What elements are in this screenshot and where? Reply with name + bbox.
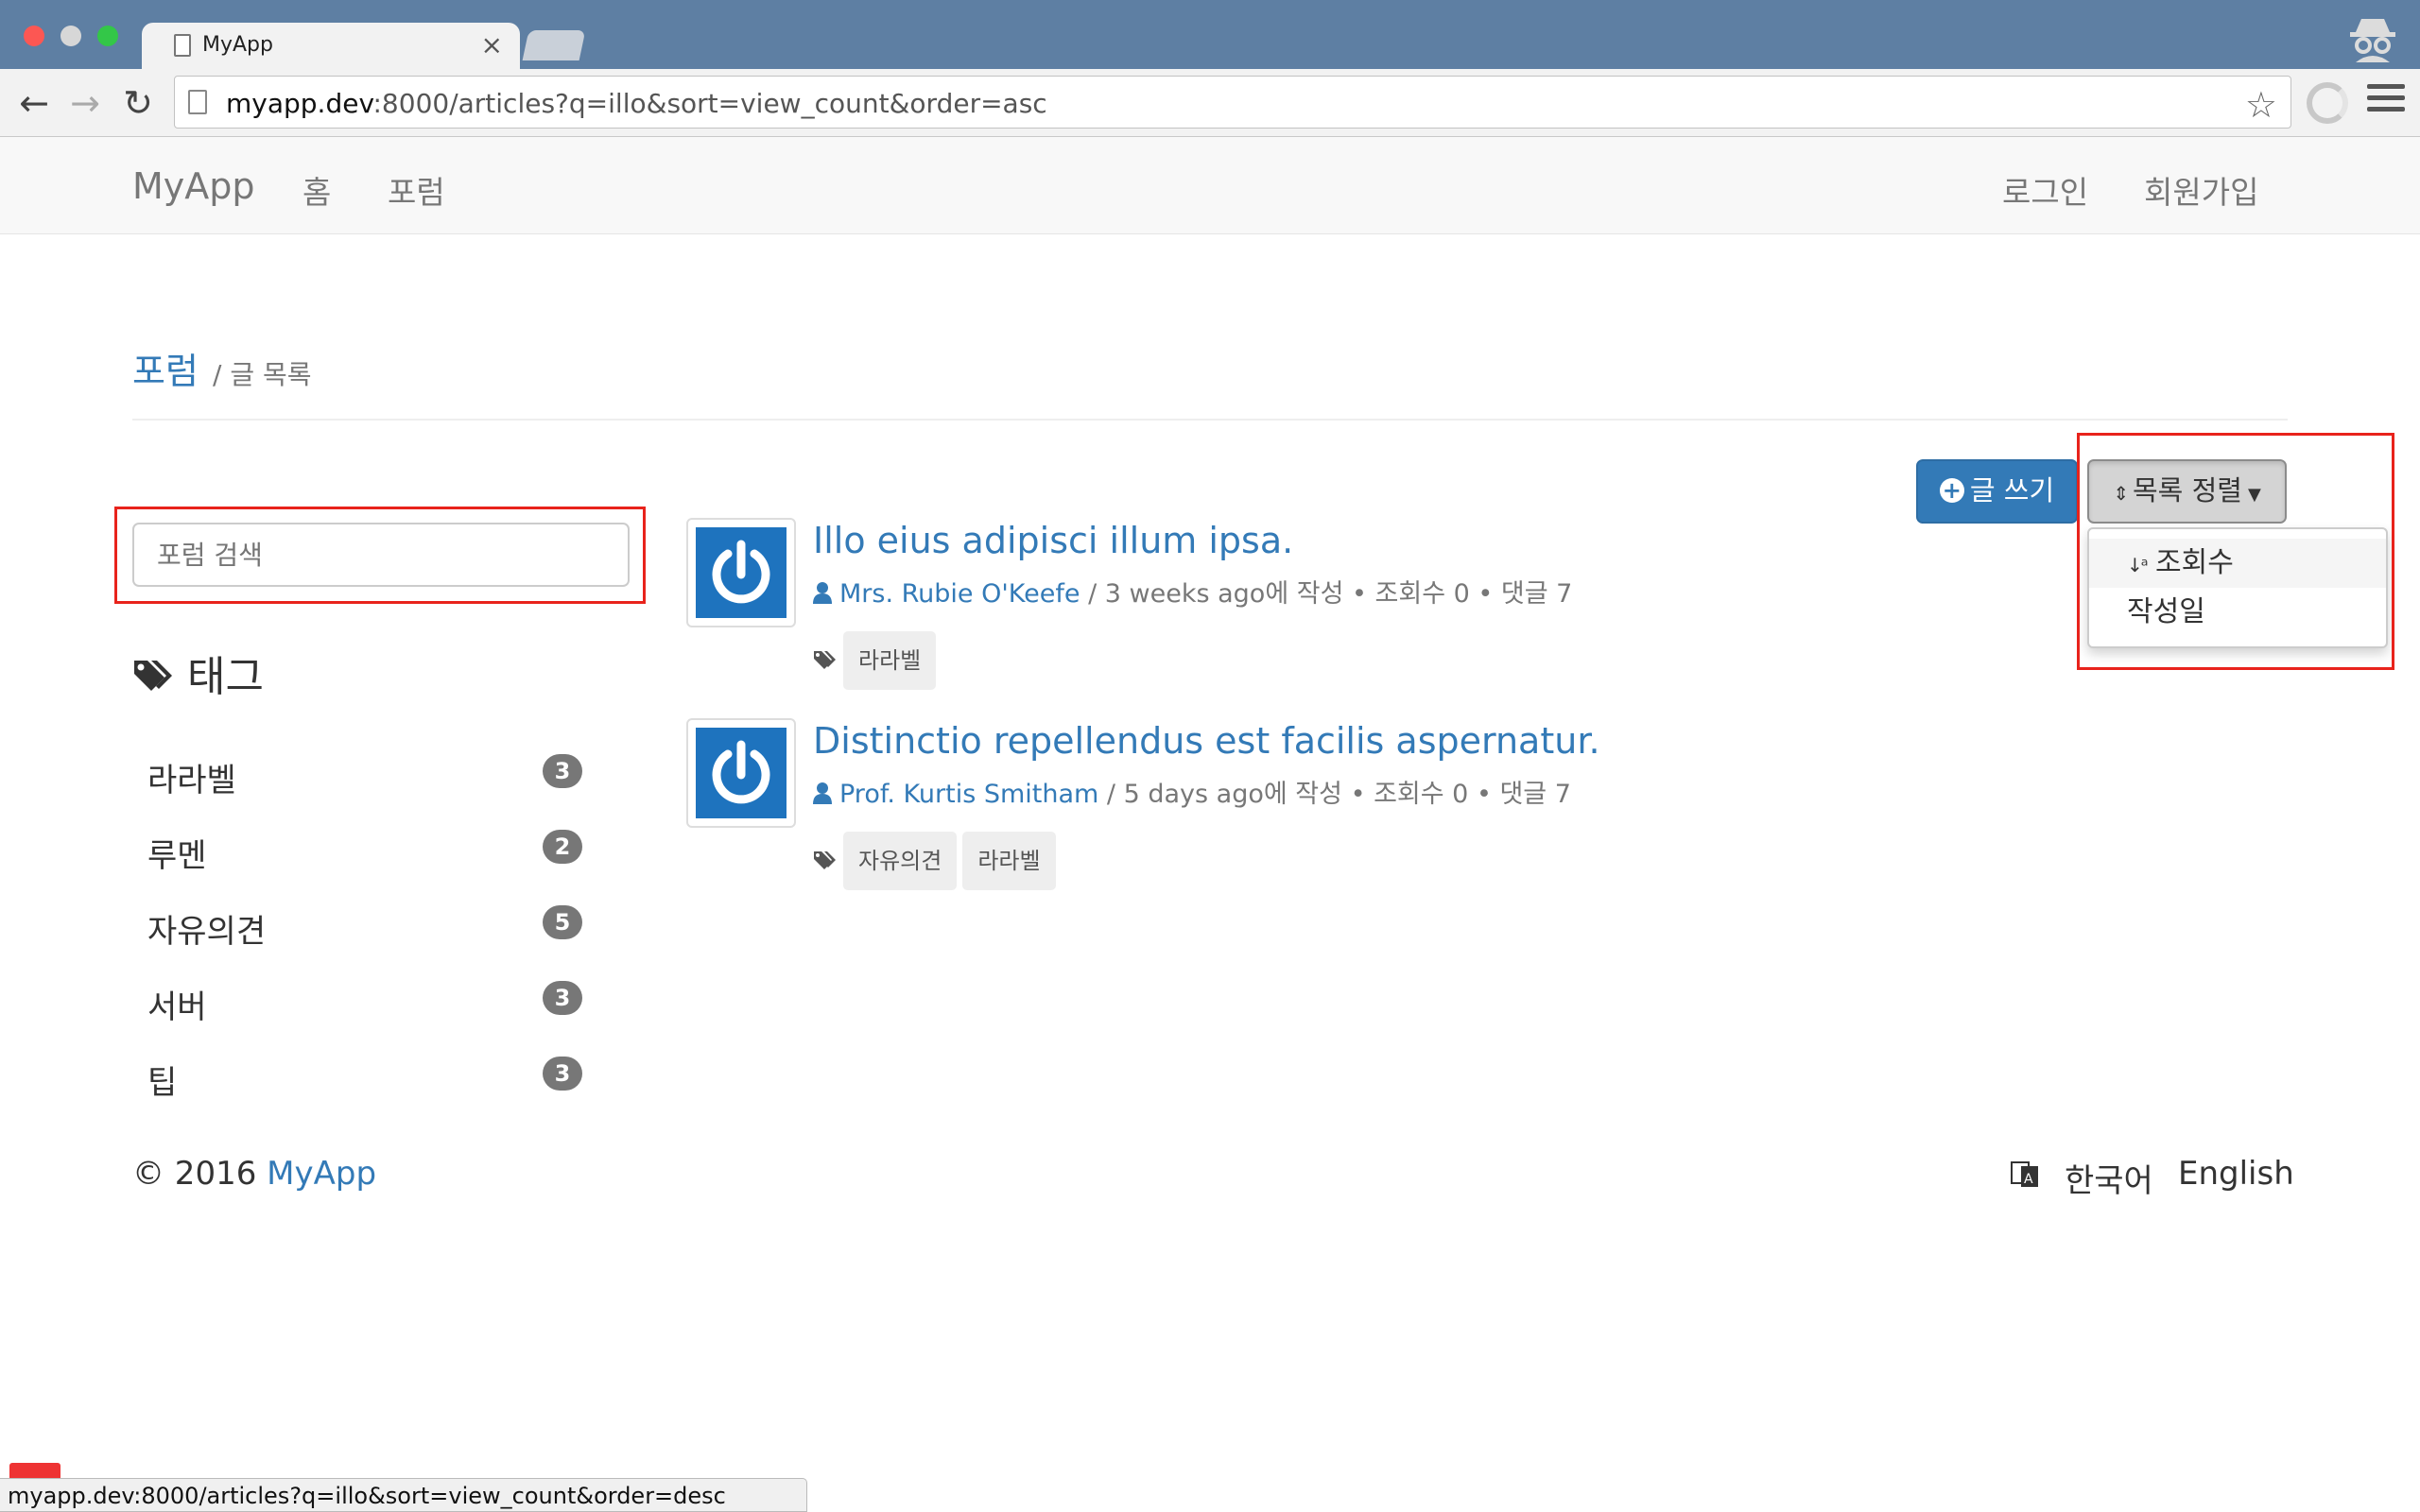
browser-status-bar: myapp.dev:8000/articles?q=illo&sort=view… [0, 1478, 807, 1512]
sidebar-tag-item[interactable]: 라라벨 3 [147, 748, 582, 799]
tag-count-badge: 3 [543, 1057, 582, 1091]
tag-name: 루멘 [147, 837, 207, 875]
article-title-link[interactable]: Illo eius adipisci illum ipsa. [813, 520, 1293, 561]
tag-count-badge: 3 [543, 754, 582, 788]
browser-toolbar: ← → ↻ myapp.dev:8000/articles?q=illo&sor… [0, 69, 2420, 137]
tags-icon [814, 851, 836, 869]
zoom-window-button[interactable] [97, 26, 118, 46]
minimize-window-button[interactable] [60, 26, 81, 46]
browser-tab[interactable]: MyApp × [142, 23, 520, 69]
new-tab-button[interactable] [522, 30, 586, 60]
footer-copyright: © 2016 MyApp [132, 1155, 376, 1193]
forward-arrow-icon[interactable]: → [64, 82, 106, 124]
nav-home-link[interactable]: 홈 [302, 167, 331, 213]
tag-name: 자유의견 [147, 913, 267, 951]
address-bar[interactable]: myapp.dev:8000/articles?q=illo&sort=view… [174, 76, 2291, 129]
extension-icon[interactable] [2307, 82, 2348, 124]
user-icon [813, 582, 832, 604]
article-author-link[interactable]: Mrs. Rubie O'Keefe [839, 579, 1080, 609]
browser-tab-strip: MyApp × [0, 0, 2420, 69]
copyright-text: © 2016 [132, 1155, 268, 1193]
tags-icon [134, 661, 172, 691]
tag-count-badge: 2 [543, 830, 582, 864]
tag-count-badge: 5 [543, 905, 582, 939]
svg-text:A: A [2024, 1172, 2033, 1187]
close-window-button[interactable] [24, 26, 44, 46]
highlight-box-sort [2077, 433, 2394, 670]
back-arrow-icon[interactable]: ← [13, 82, 55, 124]
article-list-item: Illo eius adipisci illum ipsa. Mrs. Rubi… [686, 518, 2010, 707]
sidebar-tag-item[interactable]: 서버 3 [147, 975, 582, 1026]
footer-brand-link[interactable]: MyApp [267, 1155, 376, 1193]
article-tag-chip[interactable]: 라라벨 [843, 631, 937, 690]
tag-name: 팁 [147, 1064, 178, 1102]
reload-icon[interactable]: ↻ [117, 82, 159, 124]
write-article-button[interactable]: + 글 쓰기 [1916, 459, 2078, 524]
tags-title-text: 태그 [187, 653, 264, 701]
article-tags: 자유의견 라라벨 [813, 832, 1062, 892]
nav-login-link[interactable]: 로그인 [2002, 167, 2088, 213]
article-meta-text: / 5 days ago에 작성 • 조회수 0 • 댓글 7 [1098, 780, 1571, 809]
address-url[interactable]: myapp.dev:8000/articles?q=illo&sort=view… [226, 88, 1047, 119]
tab-title: MyApp [202, 33, 273, 57]
document-icon [174, 34, 191, 57]
article-tags: 라라벨 [813, 631, 942, 692]
incognito-icon [2350, 19, 2395, 62]
language-icon: A [2011, 1161, 2038, 1187]
power-logo-icon [712, 740, 770, 804]
article-meta: Mrs. Rubie O'Keefe / 3 weeks ago에 작성 • 조… [813, 573, 1572, 610]
tag-name: 라라벨 [147, 762, 236, 799]
forum-search-input[interactable] [132, 523, 630, 587]
language-korean-link[interactable]: 한국어 [2065, 1155, 2153, 1201]
site-navbar: MyApp 홈 포럼 로그인 회원가입 [0, 137, 2420, 234]
article-tag-chip[interactable]: 라라벨 [962, 832, 1056, 890]
nav-signup-link[interactable]: 회원가입 [2144, 167, 2258, 213]
tags-icon [814, 651, 836, 669]
sidebar-tag-item[interactable]: 루멘 2 [147, 824, 582, 875]
power-logo-icon [712, 540, 770, 604]
breadcrumb-forum-link[interactable]: 포럼 [132, 351, 199, 392]
avatar [686, 518, 796, 627]
article-list-item: Distinctio repellendus est facilis asper… [686, 718, 2010, 907]
plus-circle-icon: + [1939, 478, 1964, 503]
nav-forum-link[interactable]: 포럼 [388, 167, 445, 213]
user-icon [813, 782, 832, 804]
article-meta: Prof. Kurtis Smitham / 5 days ago에 작성 • … [813, 773, 1571, 810]
article-title-link[interactable]: Distinctio repellendus est facilis asper… [813, 720, 1600, 762]
sidebar-tag-item[interactable]: 자유의견 5 [147, 900, 582, 951]
url-host: myapp.dev [226, 88, 373, 119]
url-path: :8000/articles?q=illo&sort=view_count&or… [372, 88, 1047, 119]
language-english-link[interactable]: English [2178, 1155, 2294, 1193]
breadcrumb: 포럼 / 글 목록 [132, 342, 312, 394]
brand-link[interactable]: MyApp [132, 165, 255, 207]
article-author-link[interactable]: Prof. Kurtis Smitham [839, 780, 1098, 809]
page-icon [188, 90, 207, 114]
write-button-label: 글 쓰기 [1969, 474, 2055, 507]
bookmark-star-icon[interactable]: ☆ [2245, 84, 2277, 126]
tag-name: 서버 [147, 988, 207, 1026]
article-tag-chip[interactable]: 자유의견 [843, 832, 958, 890]
browser-menu-icon[interactable] [2367, 84, 2405, 122]
sidebar-tag-item[interactable]: 팁 3 [147, 1051, 582, 1102]
tab-close-icon[interactable]: × [481, 29, 503, 60]
article-meta-text: / 3 weeks ago에 작성 • 조회수 0 • 댓글 7 [1080, 579, 1573, 609]
tags-heading: 태그 [132, 643, 264, 703]
avatar [686, 718, 796, 828]
page-header-divider [132, 419, 2288, 421]
breadcrumb-current: / 글 목록 [213, 359, 312, 390]
tag-count-badge: 3 [543, 981, 582, 1015]
